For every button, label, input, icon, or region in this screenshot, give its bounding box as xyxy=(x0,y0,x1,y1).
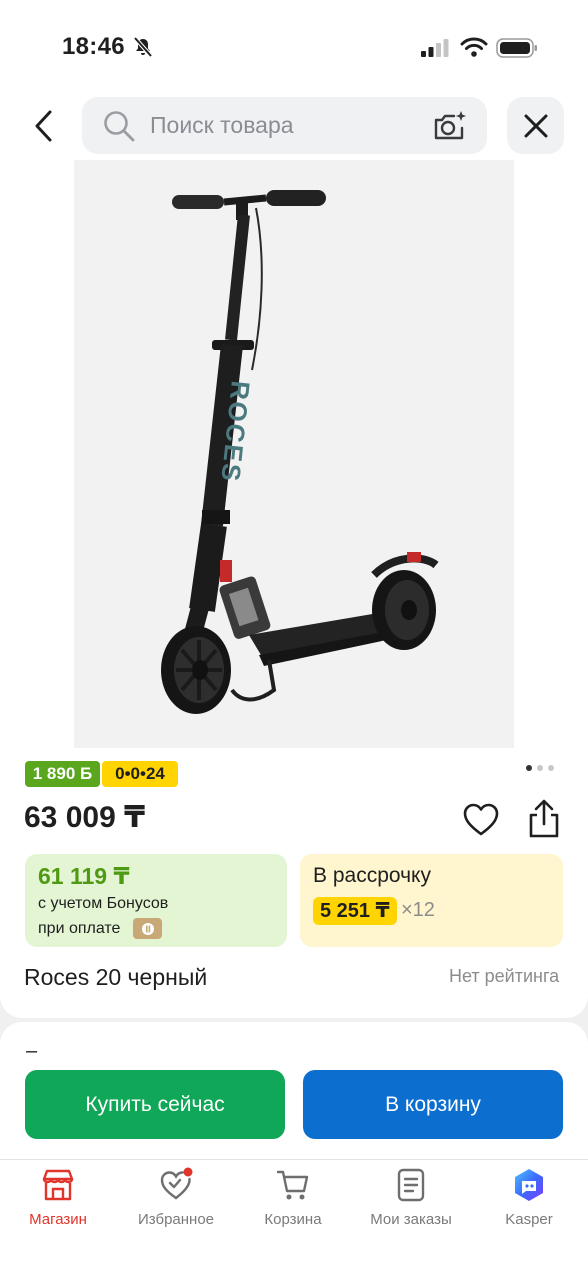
bell-muted-icon xyxy=(133,36,153,58)
buy-now-button[interactable]: Купить сейчас xyxy=(25,1070,285,1139)
buy-now-label: Купить сейчас xyxy=(85,1092,225,1116)
heart-icon xyxy=(160,1167,193,1200)
section-dash: – xyxy=(26,1040,38,1062)
tab-label: Kasper xyxy=(505,1211,553,1228)
tab-label: Магазин xyxy=(29,1211,87,1228)
bonus-badge: 1 890 Б xyxy=(25,761,100,787)
product-title: Roces 20 черный xyxy=(24,964,208,990)
installment-months: ×12 xyxy=(401,899,435,921)
tab-orders[interactable]: Мои заказы xyxy=(353,1165,469,1235)
chevron-left-icon xyxy=(35,110,52,142)
installment-title: В рассрочку xyxy=(313,864,431,887)
add-to-cart-label: В корзину xyxy=(385,1092,481,1116)
tab-shop[interactable]: Магазин xyxy=(0,1165,116,1235)
installment-badge: 0•0•24 xyxy=(102,761,178,787)
favorite-heart-icon[interactable] xyxy=(462,801,500,839)
product-image[interactable]: ROCES xyxy=(74,160,514,748)
close-button[interactable] xyxy=(507,97,564,154)
product-price: 63 009 ₸ xyxy=(24,801,145,834)
shop-icon xyxy=(42,1169,74,1201)
bonus-price: 61 119 ₸ xyxy=(38,863,130,889)
image-pager xyxy=(526,765,554,771)
payment-wallet-icon xyxy=(133,918,162,939)
close-icon xyxy=(524,114,547,137)
kasper-icon xyxy=(515,1169,543,1201)
tab-label: Корзина xyxy=(264,1211,322,1228)
tab-label: Мои заказы xyxy=(370,1211,452,1228)
orders-icon xyxy=(397,1168,425,1202)
pager-dot xyxy=(537,765,543,771)
tab-label: Избранное xyxy=(137,1211,215,1228)
tab-cart[interactable]: Корзина xyxy=(235,1165,351,1235)
add-to-cart-button[interactable]: В корзину xyxy=(303,1070,563,1139)
status-time: 18:46 xyxy=(62,33,125,60)
share-icon[interactable] xyxy=(526,799,562,839)
installment-offer-card[interactable]: В рассрочку 5 251 ₸ ×12 xyxy=(300,854,563,947)
search-input[interactable]: Поиск товара xyxy=(82,97,487,154)
search-placeholder: Поиск товара xyxy=(150,112,294,138)
bonus-offer-card[interactable]: 61 119 ₸ с учетом Бонусов при оплате xyxy=(25,854,287,947)
tab-kasper[interactable]: Kasper xyxy=(471,1165,587,1235)
search-icon xyxy=(104,111,135,142)
bonus-payment-note: при оплате xyxy=(38,920,121,937)
tab-favorites[interactable]: Избранное xyxy=(118,1165,234,1235)
pager-dot xyxy=(548,765,554,771)
pager-dot xyxy=(526,765,532,771)
cellular-signal-icon xyxy=(421,39,449,57)
wifi-icon xyxy=(460,37,488,57)
bonus-description: с учетом Бонусов xyxy=(38,895,169,912)
battery-icon xyxy=(496,38,537,58)
cart-icon xyxy=(276,1170,309,1200)
installment-amount: 5 251 ₸ xyxy=(313,897,397,925)
notification-dot xyxy=(183,1167,193,1177)
camera-search-icon[interactable] xyxy=(432,109,468,143)
back-button[interactable] xyxy=(22,104,66,148)
status-bar: 18:46 xyxy=(0,0,588,90)
product-rating[interactable]: Нет рейтинга xyxy=(449,966,559,987)
scooter-illustration: ROCES xyxy=(161,190,439,714)
